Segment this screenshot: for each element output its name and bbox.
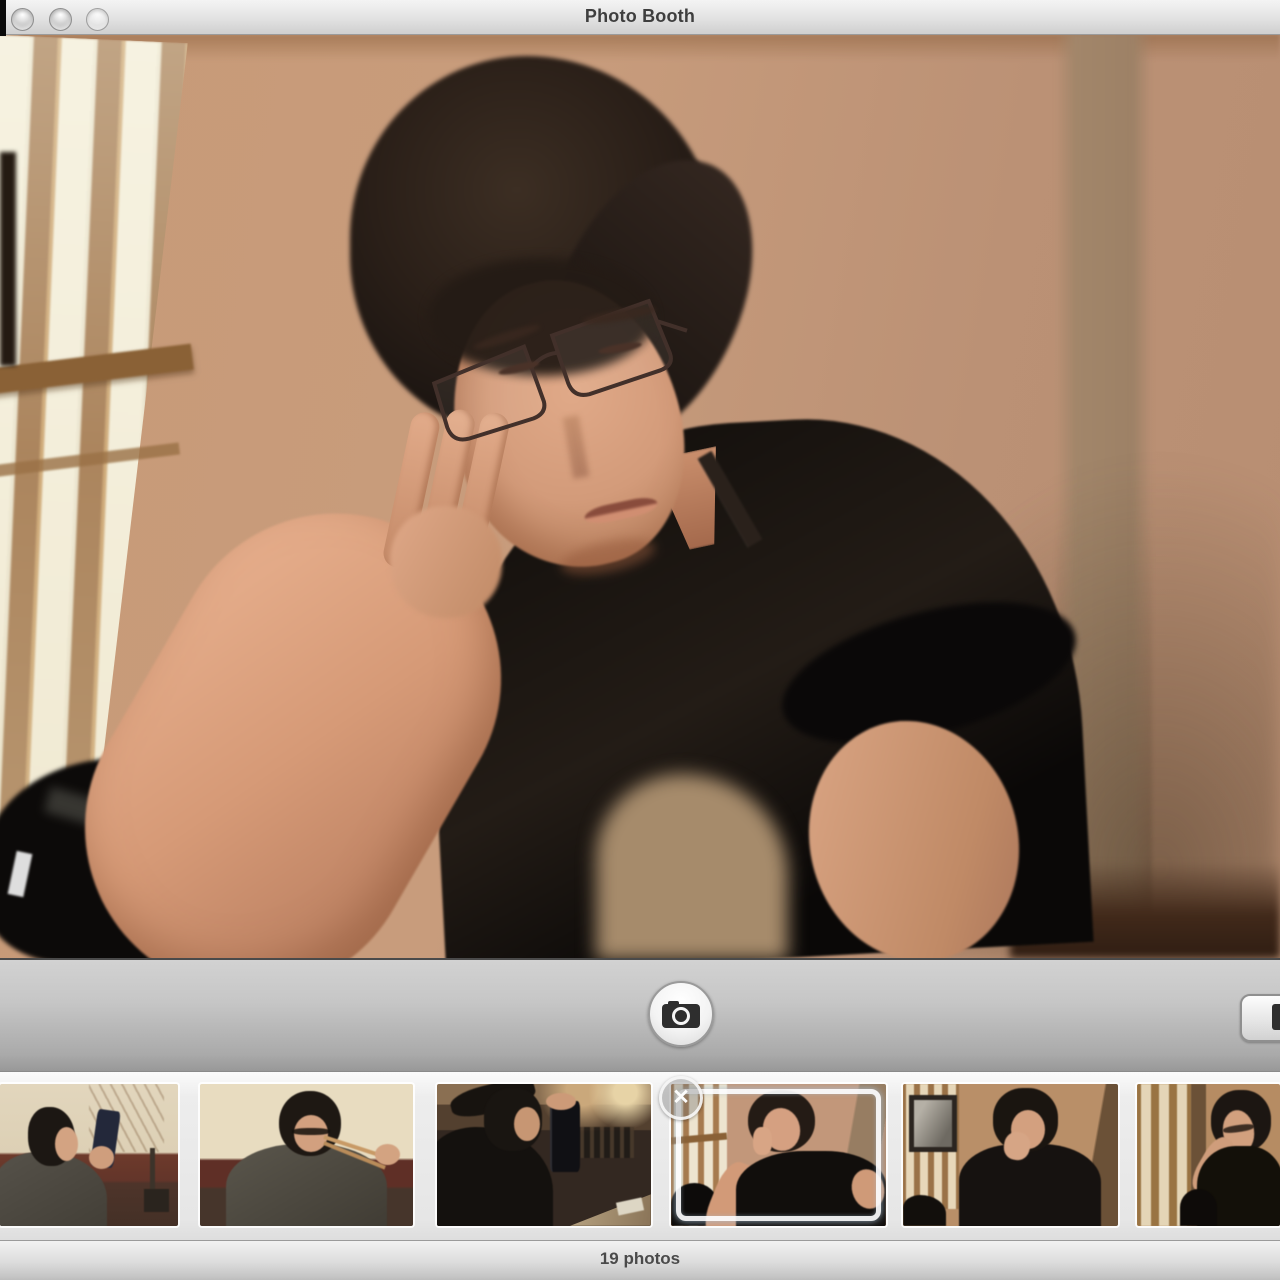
floor-box — [144, 1189, 169, 1212]
window-title: Photo Booth — [0, 0, 1280, 34]
thumbnail-photo-3[interactable] — [437, 1084, 651, 1226]
camera-preview — [0, 34, 1280, 958]
subject-hand — [89, 1146, 114, 1169]
thumbnail-photo-6[interactable] — [1137, 1084, 1280, 1226]
shelf-bottles — [574, 1127, 634, 1158]
photo-count-label: 19 photos — [0, 1241, 1280, 1277]
effects-icon — [1272, 1004, 1280, 1030]
thumbnail-photo-2[interactable] — [200, 1084, 413, 1226]
phone — [550, 1101, 580, 1172]
left-dark-edge — [0, 152, 16, 366]
effects-button[interactable] — [1240, 994, 1280, 1042]
photo-booth-window: Photo Booth — [0, 0, 1280, 1280]
thumbnail-photo-4-selected[interactable] — [671, 1084, 886, 1226]
thumbnail-photo-1[interactable] — [0, 1084, 178, 1226]
status-bar: 19 photos — [0, 1240, 1280, 1280]
toolbar — [0, 958, 1280, 1072]
picture-frame — [909, 1095, 956, 1152]
subject-hand — [375, 1144, 401, 1165]
subject-hand — [546, 1093, 576, 1110]
subject-face — [514, 1107, 540, 1141]
thumbnail-photo-5[interactable] — [903, 1084, 1118, 1226]
title-bar: Photo Booth — [0, 0, 1280, 35]
desktop-corner-sliver — [0, 0, 6, 36]
subject-face — [55, 1127, 78, 1161]
take-photo-button[interactable] — [648, 981, 714, 1047]
black-bag — [1180, 1189, 1217, 1226]
delete-photo-button[interactable]: ✕ — [659, 1076, 703, 1120]
subject-body — [959, 1144, 1101, 1226]
selection-highlight — [676, 1089, 881, 1221]
photo-strip: ✕ — [0, 1072, 1280, 1240]
subject-palm — [390, 506, 502, 618]
camera-icon — [660, 998, 702, 1030]
